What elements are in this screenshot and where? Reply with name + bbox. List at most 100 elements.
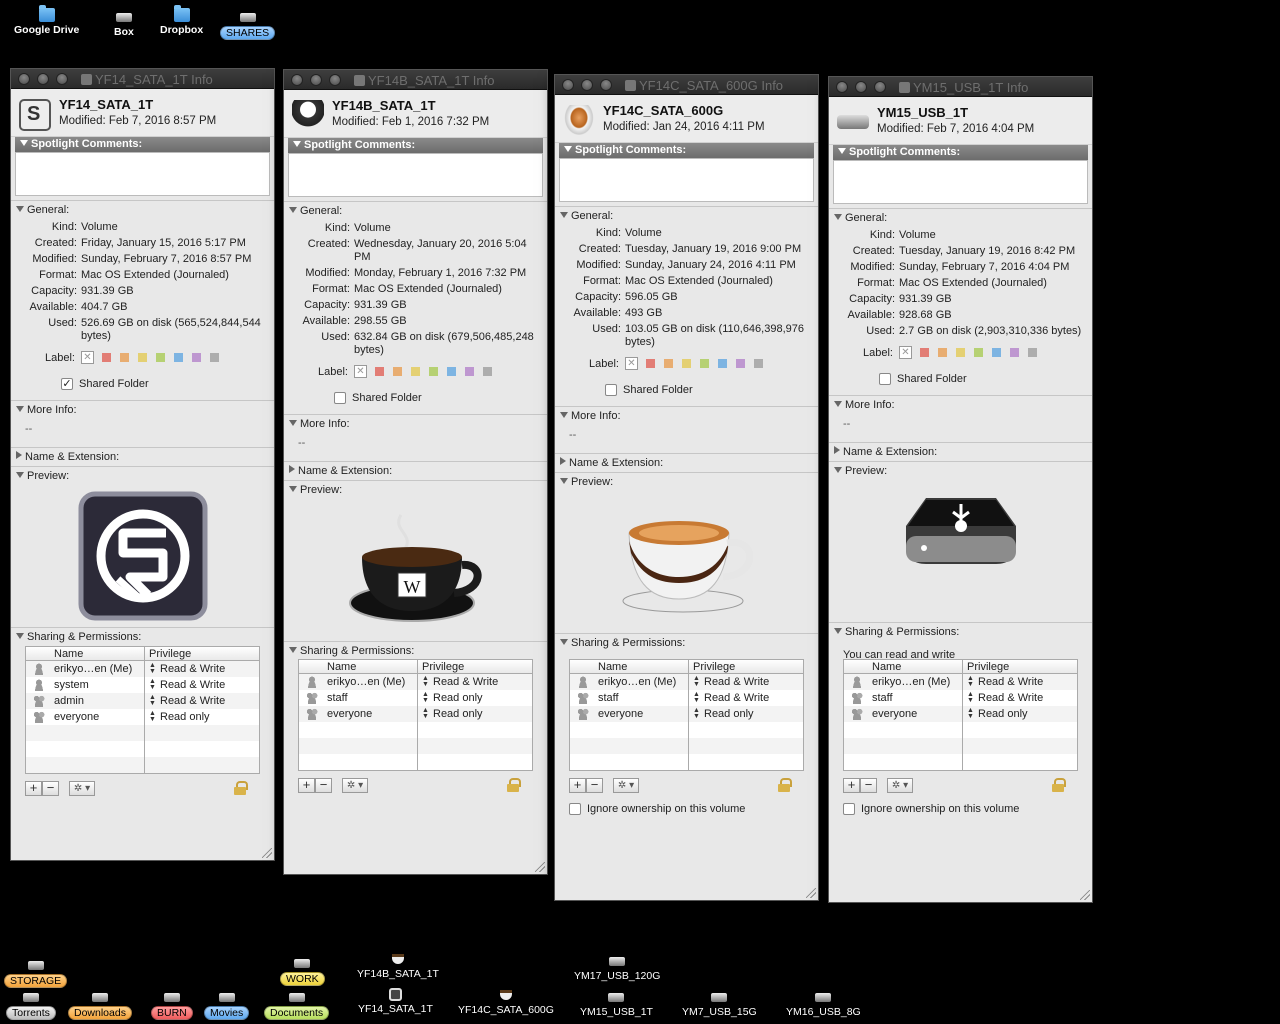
table-row[interactable] bbox=[26, 725, 259, 741]
gear-icon[interactable]: ✲ ▾ bbox=[887, 778, 913, 793]
table-row[interactable] bbox=[26, 741, 259, 757]
column-header-privilege[interactable]: Privilege bbox=[689, 660, 803, 673]
spotlight-comments-header[interactable]: Spotlight Comments: bbox=[288, 138, 543, 153]
lock-icon[interactable] bbox=[778, 778, 792, 792]
remove-user-button[interactable]: − bbox=[860, 778, 877, 793]
table-row[interactable] bbox=[570, 722, 803, 738]
title-bar[interactable]: YM15_USB_1T Info bbox=[829, 77, 1092, 97]
desktop-icon-ym17[interactable]: YM17_USB_120G bbox=[574, 954, 660, 982]
more-info-header[interactable]: More Info: bbox=[829, 396, 1092, 414]
desktop-icon-ym15[interactable]: YM15_USB_1T bbox=[580, 990, 653, 1018]
desktop-icon-yf14b[interactable]: YF14B_SATA_1T bbox=[357, 952, 439, 980]
desktop-icon-downloads[interactable]: Downloads bbox=[68, 990, 132, 1020]
no-label-swatch[interactable]: ✕ bbox=[354, 365, 367, 378]
privilege-popup[interactable]: ▲ ▼ Read & Write bbox=[689, 674, 803, 690]
table-row[interactable] bbox=[299, 754, 532, 770]
label-swatch-red[interactable] bbox=[375, 367, 384, 376]
label-swatch-purple[interactable] bbox=[736, 359, 745, 368]
spotlight-comments-field[interactable] bbox=[559, 158, 814, 202]
gear-icon[interactable]: ✲ ▾ bbox=[342, 778, 368, 793]
zoom-button[interactable] bbox=[56, 73, 68, 85]
shared-folder-checkbox[interactable]: Shared Folder bbox=[879, 373, 1092, 385]
checkbox[interactable] bbox=[334, 392, 346, 404]
label-swatch-red[interactable] bbox=[646, 359, 655, 368]
table-row[interactable]: erikyo…en (Me) ▲ ▼ Read & Write bbox=[299, 674, 532, 690]
label-swatch-yellow[interactable] bbox=[682, 359, 691, 368]
label-swatch-orange[interactable] bbox=[393, 367, 402, 376]
general-header[interactable]: General: bbox=[555, 207, 818, 225]
table-row[interactable]: erikyo…en (Me) ▲ ▼ Read & Write bbox=[570, 674, 803, 690]
desktop-icon-yf14[interactable]: YF14_SATA_1T bbox=[358, 988, 433, 1015]
privilege-popup[interactable]: ▲ ▼ Read only bbox=[963, 706, 1077, 722]
minimize-button[interactable] bbox=[37, 73, 49, 85]
preview-header[interactable]: Preview: bbox=[555, 473, 818, 491]
preview-header[interactable]: Preview: bbox=[11, 467, 274, 485]
label-swatch-gray[interactable] bbox=[210, 353, 219, 362]
spotlight-comments-field[interactable] bbox=[288, 153, 543, 197]
zoom-button[interactable] bbox=[874, 81, 886, 93]
lock-icon[interactable] bbox=[234, 781, 248, 795]
more-info-header[interactable]: More Info: bbox=[11, 401, 274, 419]
name-extension-header[interactable]: Name & Extension: bbox=[11, 448, 274, 466]
table-row[interactable]: staff ▲ ▼ Read & Write bbox=[570, 690, 803, 706]
column-header-name[interactable]: Name bbox=[299, 660, 418, 673]
label-swatch-blue[interactable] bbox=[992, 348, 1001, 357]
desktop-icon-movies[interactable]: Movies bbox=[204, 990, 250, 1020]
close-button[interactable] bbox=[18, 73, 30, 85]
name-extension-header[interactable]: Name & Extension: bbox=[555, 454, 818, 472]
desktop-icon-ym7[interactable]: YM7_USB_15G bbox=[682, 990, 757, 1018]
label-swatch-yellow[interactable] bbox=[956, 348, 965, 357]
spotlight-comments-header[interactable]: Spotlight Comments: bbox=[15, 137, 270, 152]
shared-folder-checkbox[interactable]: ✓ Shared Folder bbox=[61, 378, 274, 390]
label-swatch-blue[interactable] bbox=[174, 353, 183, 362]
column-header-privilege[interactable]: Privilege bbox=[418, 660, 532, 673]
column-header-privilege[interactable]: Privilege bbox=[963, 660, 1077, 673]
zoom-button[interactable] bbox=[600, 79, 612, 91]
desktop-icon-work[interactable]: WORK bbox=[280, 956, 325, 986]
resize-grip-icon[interactable] bbox=[1080, 890, 1090, 900]
gear-icon[interactable]: ✲ ▾ bbox=[613, 778, 639, 793]
add-user-button[interactable]: + bbox=[569, 778, 586, 793]
desktop-icon-torrents[interactable]: Torrents bbox=[6, 990, 56, 1020]
table-row[interactable]: staff ▲ ▼ Read only bbox=[299, 690, 532, 706]
no-label-swatch[interactable]: ✕ bbox=[81, 351, 94, 364]
minimize-button[interactable] bbox=[310, 74, 322, 86]
label-swatch-gray[interactable] bbox=[483, 367, 492, 376]
checkbox[interactable] bbox=[605, 384, 617, 396]
table-row[interactable]: admin ▲ ▼ Read & Write bbox=[26, 693, 259, 709]
label-swatch-yellow[interactable] bbox=[411, 367, 420, 376]
privilege-popup[interactable]: ▲ ▼ Read & Write bbox=[689, 690, 803, 706]
label-swatch-green[interactable] bbox=[156, 353, 165, 362]
table-row[interactable]: system ▲ ▼ Read & Write bbox=[26, 677, 259, 693]
spotlight-comments-field[interactable] bbox=[15, 152, 270, 196]
column-header-name[interactable]: Name bbox=[570, 660, 689, 673]
desktop-icon-storage[interactable]: STORAGE bbox=[4, 958, 68, 988]
label-swatch-purple[interactable] bbox=[192, 353, 201, 362]
sharing-permissions-header[interactable]: Sharing & Permissions: bbox=[555, 634, 818, 652]
minimize-button[interactable] bbox=[581, 79, 593, 91]
table-row[interactable] bbox=[844, 722, 1077, 738]
zoom-button[interactable] bbox=[329, 74, 341, 86]
add-user-button[interactable]: + bbox=[298, 778, 315, 793]
remove-user-button[interactable]: − bbox=[42, 781, 59, 796]
title-bar[interactable]: YF14C_SATA_600G Info bbox=[555, 75, 818, 95]
more-info-header[interactable]: More Info: bbox=[284, 415, 547, 433]
spotlight-comments-header[interactable]: Spotlight Comments: bbox=[559, 143, 814, 158]
ignore-ownership-checkbox[interactable]: Ignore ownership on this volume bbox=[843, 803, 1019, 815]
general-header[interactable]: General: bbox=[829, 209, 1092, 227]
ignore-ownership-checkbox[interactable]: Ignore ownership on this volume bbox=[569, 803, 745, 815]
table-row[interactable] bbox=[299, 738, 532, 754]
label-swatch-purple[interactable] bbox=[1010, 348, 1019, 357]
close-button[interactable] bbox=[291, 74, 303, 86]
desktop-icon-dropbox[interactable]: Dropbox bbox=[160, 5, 203, 36]
desktop-icon-ym16[interactable]: YM16_USB_8G bbox=[786, 990, 861, 1018]
label-swatch-blue[interactable] bbox=[718, 359, 727, 368]
label-swatch-orange[interactable] bbox=[938, 348, 947, 357]
sharing-permissions-header[interactable]: Sharing & Permissions: bbox=[829, 623, 1092, 641]
minimize-button[interactable] bbox=[855, 81, 867, 93]
remove-user-button[interactable]: − bbox=[315, 778, 332, 793]
table-row[interactable] bbox=[570, 754, 803, 770]
table-row[interactable]: everyone ▲ ▼ Read only bbox=[299, 706, 532, 722]
more-info-header[interactable]: More Info: bbox=[555, 407, 818, 425]
label-swatch-gray[interactable] bbox=[754, 359, 763, 368]
